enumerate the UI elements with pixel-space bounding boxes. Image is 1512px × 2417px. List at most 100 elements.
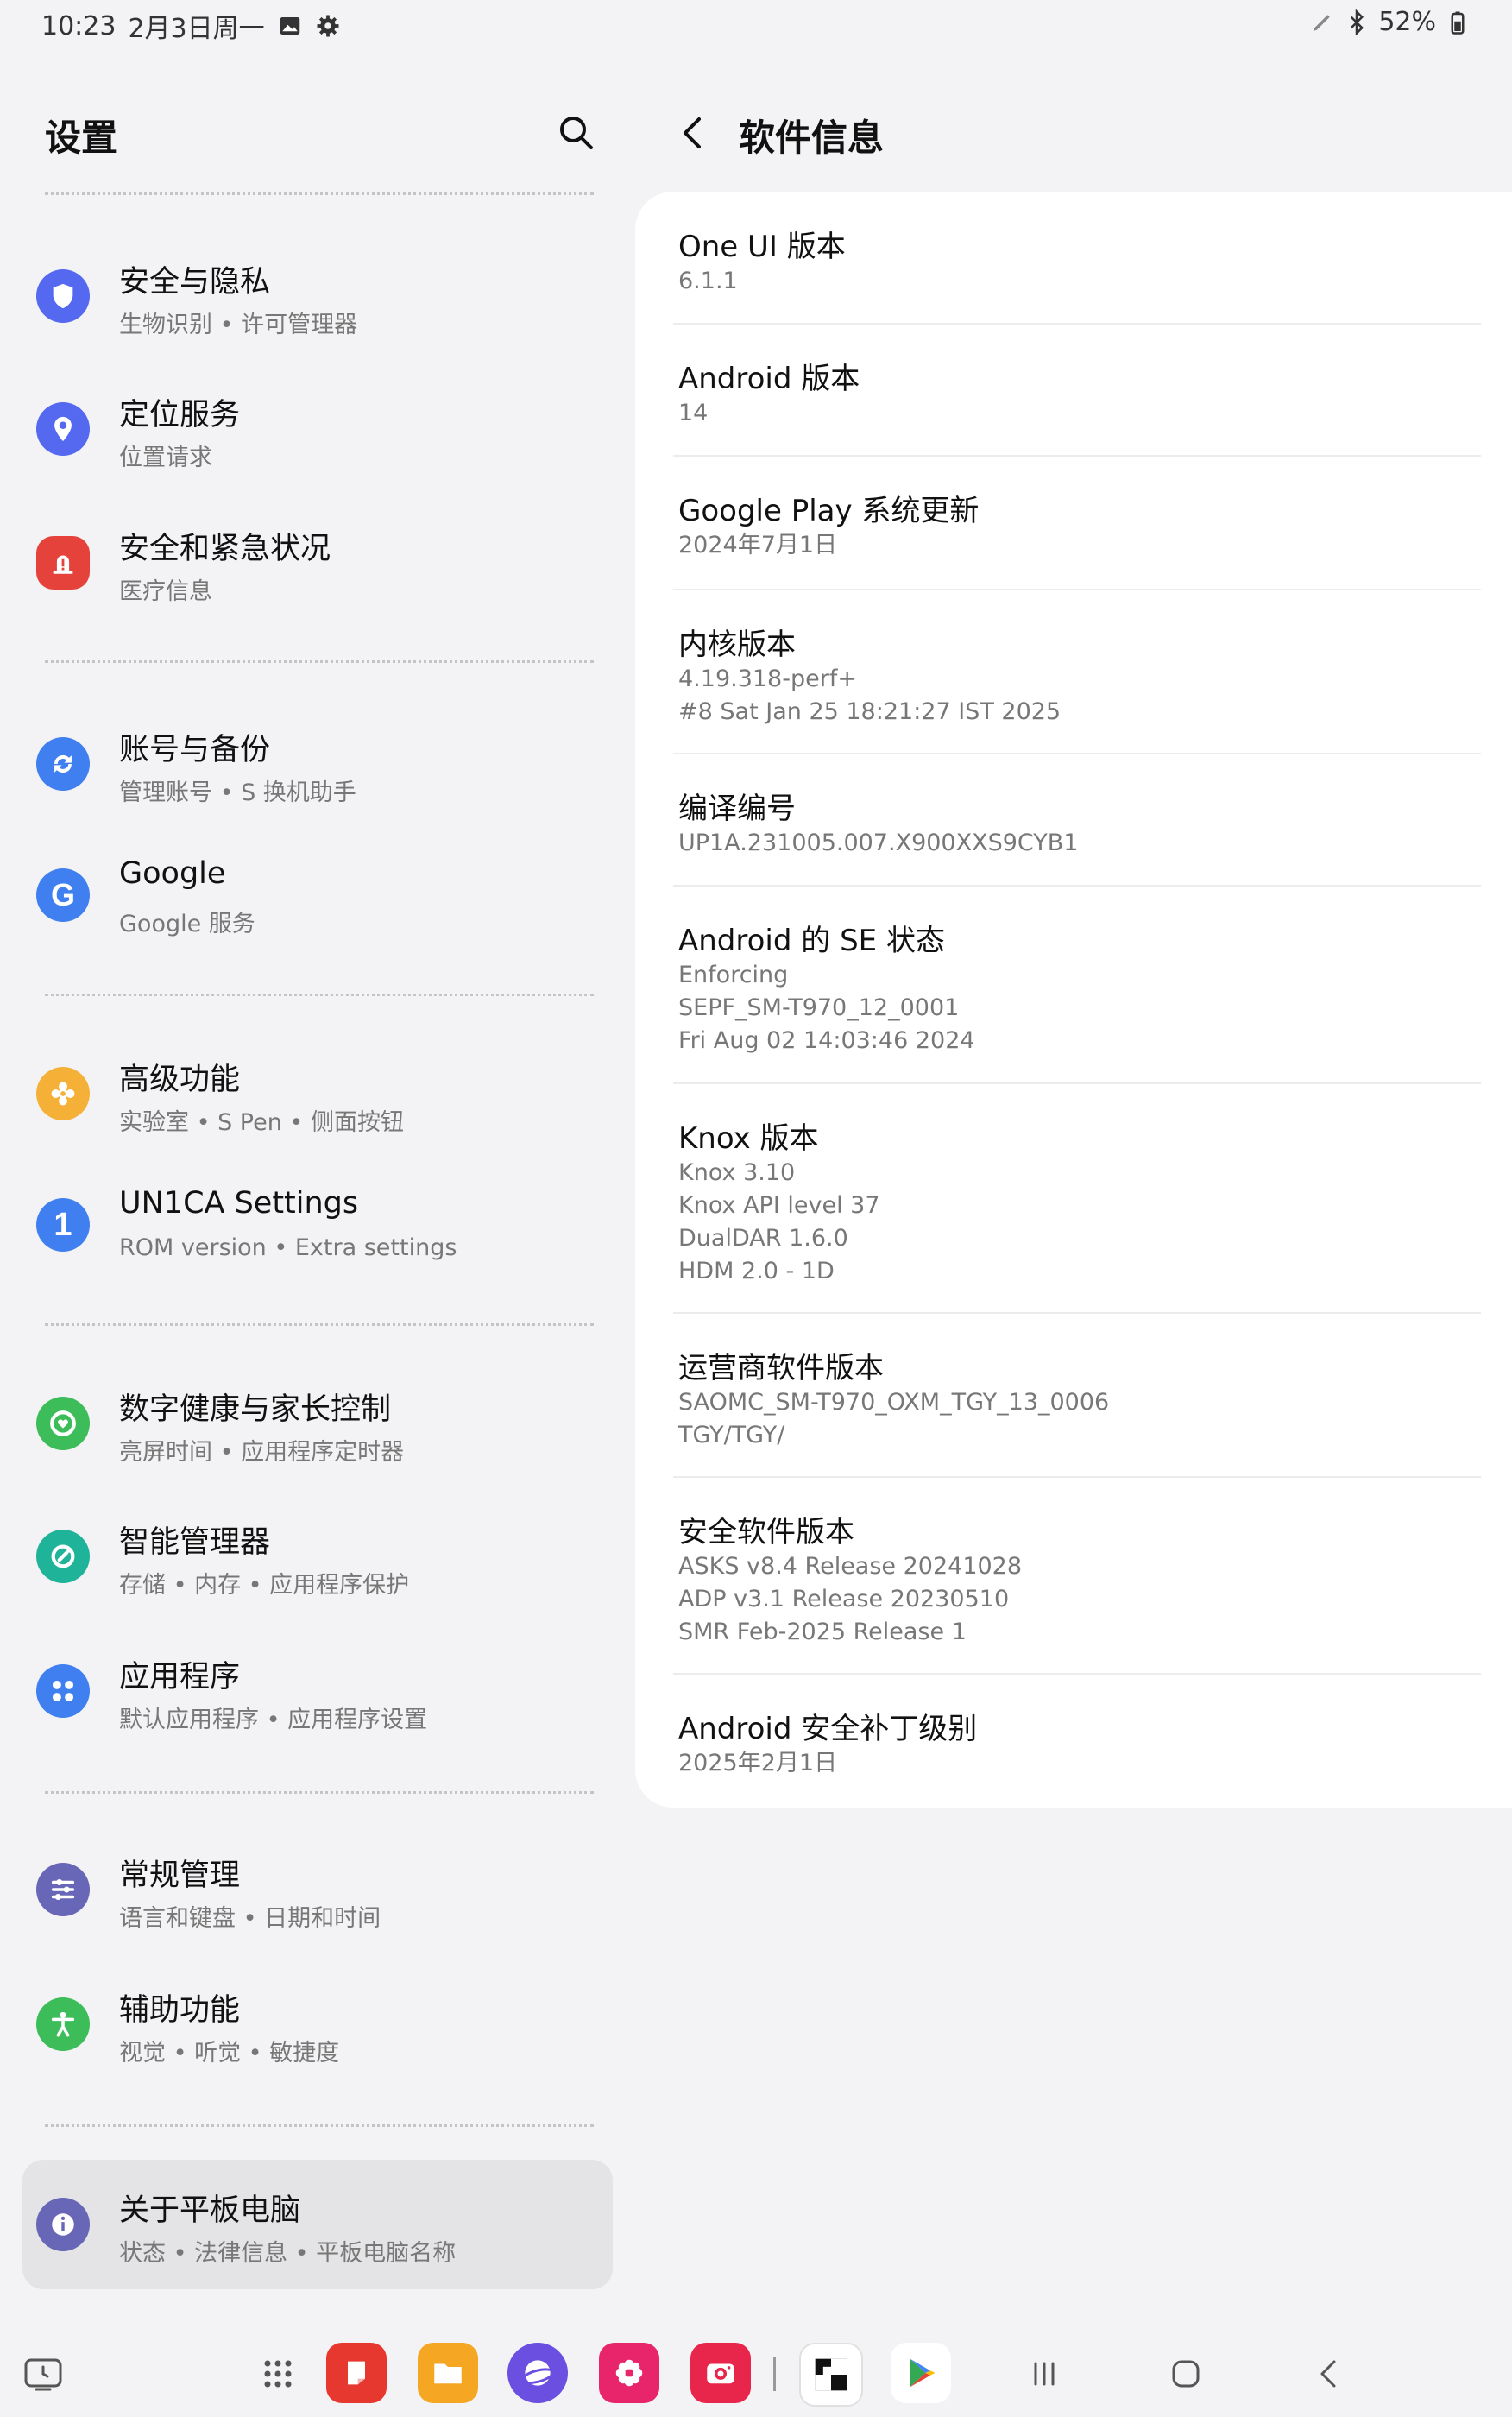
settings-item-title: Google xyxy=(119,856,226,891)
camera-app-icon[interactable] xyxy=(690,2343,751,2403)
info-row-kernel-version[interactable]: 内核版本 4.19.318-perf+ #8 Sat Jan 25 18:21:… xyxy=(678,621,1481,729)
recents-button-icon[interactable] xyxy=(1020,2350,1068,2398)
settings-item-title: 安全与隐私 xyxy=(119,265,271,300)
settings-item-google[interactable]: G Google Google 服务 xyxy=(22,830,613,960)
settings-item-title: 安全和紧急状况 xyxy=(119,532,331,566)
info-row-carrier-software[interactable]: 运营商软件版本 SAOMC_SM-T970_OXM_TGY_13_0006 TG… xyxy=(678,1344,1481,1452)
info-row-build-number[interactable]: 编译编号 UP1A.231005.007.X900XXS9CYB1 xyxy=(678,785,1481,860)
settings-item-un1ca[interactable]: 1 UN1CA Settings ROM version • Extra set… xyxy=(22,1160,613,1290)
info-title: Google Play 系统更新 xyxy=(678,494,980,528)
settings-item-subtitle: 管理账号 • S 换机助手 xyxy=(119,779,356,806)
info-title: 编译编号 xyxy=(678,792,796,826)
settings-item-device-care[interactable]: 智能管理器 存储 • 内存 • 应用程序保护 xyxy=(22,1492,613,1621)
row-divider xyxy=(673,1673,1481,1675)
settings-item-accounts-backup[interactable]: 账号与备份 管理账号 • S 换机助手 xyxy=(22,699,613,829)
settings-item-safety-emergency[interactable]: 安全和紧急状况 医疗信息 xyxy=(22,498,613,628)
chess-app-icon[interactable] xyxy=(799,2343,863,2407)
advanced-features-icon xyxy=(36,1067,90,1120)
back-arrow-icon[interactable] xyxy=(670,109,718,157)
info-icon xyxy=(36,2198,90,2251)
info-value: SAOMC_SM-T970_OXM_TGY_13_0006 xyxy=(678,1389,1110,1416)
info-row-android-version[interactable]: Android 版本 14 xyxy=(678,355,1481,430)
page-title: 软件信息 xyxy=(739,117,885,159)
shield-icon xyxy=(36,269,90,323)
search-icon[interactable] xyxy=(552,109,601,157)
info-title: Android 的 SE 状态 xyxy=(678,924,945,958)
info-value: SMR Feb-2025 Release 1 xyxy=(678,1619,967,1645)
navigation-bar xyxy=(0,2331,1512,2417)
settings-item-subtitle: ROM version • Extra settings xyxy=(119,1234,457,1261)
settings-item-about-tablet[interactable]: 关于平板电脑 状态 • 法律信息 • 平板电脑名称 xyxy=(22,2160,613,2289)
app-drawer-icon[interactable] xyxy=(254,2350,302,2398)
info-row-security-patch[interactable]: Android 安全补丁级别 2025年2月1日 xyxy=(678,1705,1481,1780)
status-bar: 10:23 2月3日周一 52% xyxy=(0,0,1512,48)
home-button-icon[interactable] xyxy=(1162,2350,1210,2398)
settings-item-subtitle: 位置请求 xyxy=(119,445,212,471)
info-title: 内核版本 xyxy=(678,628,796,662)
settings-item-advanced-features[interactable]: 高级功能 实验室 • S Pen • 侧面按钮 xyxy=(22,1029,613,1158)
settings-item-location[interactable]: 定位服务 位置请求 xyxy=(22,364,613,494)
info-value: HDM 2.0 - 1D xyxy=(678,1258,835,1284)
settings-item-title: 智能管理器 xyxy=(119,1525,271,1560)
info-value: DualDAR 1.6.0 xyxy=(678,1225,848,1252)
settings-item-subtitle: 状态 • 法律信息 • 平板电脑名称 xyxy=(119,2240,457,2267)
apps-grid-icon xyxy=(36,1664,90,1718)
software-info-card: One UI 版本 6.1.1 Android 版本 14 Google Pla… xyxy=(635,192,1512,1808)
back-button-icon[interactable] xyxy=(1305,2350,1353,2398)
status-date: 2月3日周一 xyxy=(128,14,265,44)
s-pen-icon xyxy=(1314,14,1331,31)
notes-app-icon[interactable] xyxy=(326,2343,387,2403)
info-value: Knox 3.10 xyxy=(678,1159,796,1186)
gallery-icon[interactable] xyxy=(599,2343,659,2403)
info-row-security-software[interactable]: 安全软件版本 ASKS v8.4 Release 20241028 ADP v3… xyxy=(678,1508,1481,1649)
settings-item-title: 账号与备份 xyxy=(119,733,271,767)
settings-item-apps[interactable]: 应用程序 默认应用程序 • 应用程序设置 xyxy=(22,1626,613,1756)
settings-item-security-privacy[interactable]: 安全与隐私 生物识别 • 许可管理器 xyxy=(22,231,613,361)
info-row-se-status[interactable]: Android 的 SE 状态 Enforcing SEPF_SM-T970_1… xyxy=(678,917,1481,1057)
settings-item-title: 数字健康与家长控制 xyxy=(119,1392,392,1427)
google-icon: G xyxy=(36,868,90,922)
section-divider xyxy=(45,994,594,996)
info-row-play-system-update[interactable]: Google Play 系统更新 2024年7月1日 xyxy=(678,487,1481,562)
battery-icon xyxy=(1451,11,1465,35)
status-time: 10:23 xyxy=(41,10,117,41)
accessibility-icon xyxy=(36,1997,90,2051)
my-files-icon[interactable] xyxy=(418,2343,478,2403)
settings-item-subtitle: Google 服务 xyxy=(119,911,255,937)
settings-item-subtitle: 实验室 • S Pen • 侧面按钮 xyxy=(119,1109,404,1136)
info-value: 2025年2月1日 xyxy=(678,1750,838,1776)
play-store-icon[interactable] xyxy=(891,2343,951,2403)
settings-item-digital-wellbeing[interactable]: 数字健康与家长控制 亮屏时间 • 应用程序定时器 xyxy=(22,1359,613,1488)
info-row-knox-version[interactable]: Knox 版本 Knox 3.10 Knox API level 37 Dual… xyxy=(678,1114,1481,1288)
settings-item-subtitle: 视觉 • 听觉 • 敏捷度 xyxy=(119,2040,340,2067)
settings-item-accessibility[interactable]: 辅助功能 视觉 • 听觉 • 敏捷度 xyxy=(22,1959,613,2089)
info-row-one-ui[interactable]: One UI 版本 6.1.1 xyxy=(678,223,1481,298)
info-title: Knox 版本 xyxy=(678,1121,819,1156)
row-divider xyxy=(673,323,1481,325)
info-title: 运营商软件版本 xyxy=(678,1351,884,1385)
section-divider xyxy=(45,192,594,195)
row-divider xyxy=(673,885,1481,887)
row-divider xyxy=(673,753,1481,754)
settings-item-title: 高级功能 xyxy=(119,1063,241,1097)
info-value: 2024年7月1日 xyxy=(678,532,838,558)
info-value: 14 xyxy=(678,400,709,426)
settings-item-title: 应用程序 xyxy=(119,1660,241,1694)
info-value: UP1A.231005.007.X900XXS9CYB1 xyxy=(678,830,1079,856)
settings-item-subtitle: 亮屏时间 • 应用程序定时器 xyxy=(119,1439,405,1466)
info-title: One UI 版本 xyxy=(678,230,846,264)
un1ca-icon: 1 xyxy=(36,1198,90,1252)
info-value: SEPF_SM-T970_12_0001 xyxy=(678,994,960,1021)
recent-screens-icon[interactable] xyxy=(19,2350,67,2398)
section-divider xyxy=(45,660,594,663)
settings-item-title: UN1CA Settings xyxy=(119,1186,359,1221)
settings-item-general-management[interactable]: 常规管理 语言和键盘 • 日期和时间 xyxy=(22,1825,613,1954)
digital-wellbeing-icon xyxy=(36,1397,90,1450)
info-value: Knox API level 37 xyxy=(678,1192,880,1219)
device-care-icon xyxy=(36,1530,90,1583)
bluetooth-icon xyxy=(1351,9,1364,35)
battery-percent: 52% xyxy=(1378,7,1436,37)
settings-item-subtitle: 医疗信息 xyxy=(119,578,212,605)
row-divider xyxy=(673,589,1481,590)
internet-browser-icon[interactable] xyxy=(507,2343,568,2403)
